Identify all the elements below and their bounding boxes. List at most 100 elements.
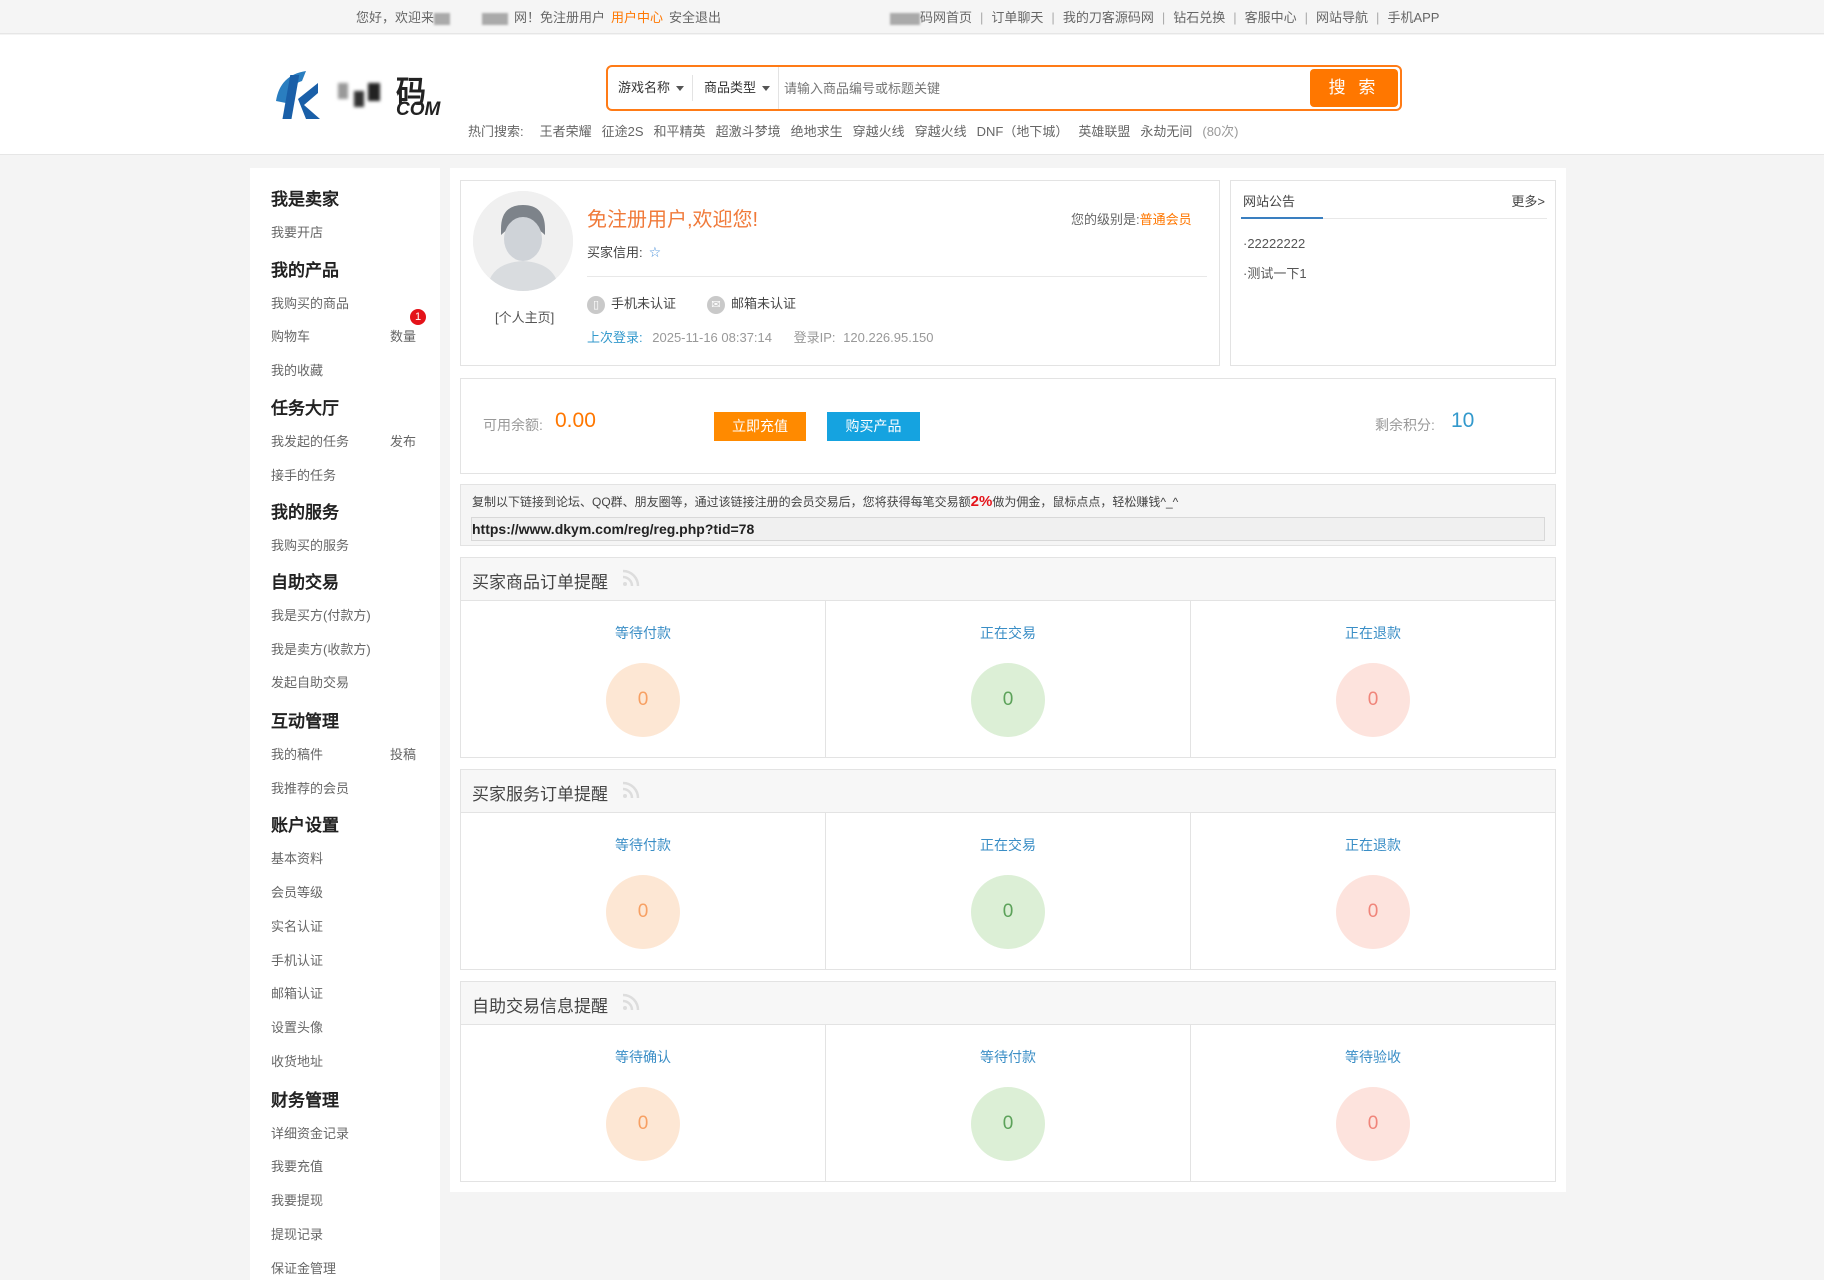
status-count[interactable]: 0: [1336, 875, 1410, 949]
notice-item[interactable]: ·22222222: [1243, 236, 1305, 251]
sidebar-item-avatar[interactable]: 设置头像: [271, 1017, 323, 1036]
status-count[interactable]: 0: [971, 663, 1045, 737]
order-status-col[interactable]: 正在交易 0: [826, 601, 1191, 758]
hot-search-item[interactable]: 穿越火线: [853, 124, 905, 139]
sidebar-item-withdraw[interactable]: 我要提现: [271, 1190, 323, 1209]
hot-search-item[interactable]: 绝地求生: [791, 124, 843, 139]
balance-value: 0.00: [555, 409, 596, 432]
cart-quantity-label[interactable]: 数量: [390, 326, 416, 345]
order-status-col[interactable]: 等待付款 0: [461, 601, 826, 758]
top-nav-my-site[interactable]: 我的刀客源码网: [1063, 10, 1154, 25]
referral-box: 复制以下链接到论坛、QQ群、朋友圈等，通过该链接注册的会员交易后，您将获得每笔交…: [460, 484, 1556, 546]
buy-product-button[interactable]: 购买产品: [827, 412, 920, 441]
hot-search-item[interactable]: 穿越火线: [915, 124, 967, 139]
order-status-col[interactable]: 等待付款 0: [461, 813, 826, 970]
sidebar-item-fund-records[interactable]: 详细资金记录: [271, 1123, 349, 1142]
sidebar-item-profile[interactable]: 基本资料: [271, 848, 323, 867]
sidebar-item-accepted-tasks[interactable]: 接手的任务: [271, 465, 336, 484]
order-status-col[interactable]: 等待验收 0: [1191, 1025, 1555, 1182]
sidebar-item-member-level[interactable]: 会员等级: [271, 882, 323, 901]
last-login-label: 上次登录:: [587, 330, 643, 345]
status-label[interactable]: 正在退款: [1191, 835, 1555, 855]
sidebar-item-start-trade[interactable]: 发起自助交易: [271, 672, 349, 691]
status-label[interactable]: 正在交易: [826, 623, 1190, 643]
balance-card: 可用余额: 0.00 立即充值 购买产品 剩余积分: 10: [460, 378, 1556, 474]
order-status-col[interactable]: 等待确认 0: [461, 1025, 826, 1182]
sidebar-item-purchased-services[interactable]: 我购买的服务: [271, 535, 349, 554]
referral-link-field[interactable]: https://www.dkym.com/reg/reg.php?tid=78: [471, 517, 1545, 541]
publish-task-link[interactable]: 发布: [390, 431, 416, 450]
top-nav-mobile-app[interactable]: 手机APP: [1387, 10, 1439, 25]
referral-link[interactable]: https://www.dkym.com/reg/reg.php?tid=78: [472, 521, 754, 537]
email-verify-status[interactable]: ✉ 邮箱未认证: [707, 293, 796, 314]
order-status-col[interactable]: 正在退款 0: [1191, 813, 1555, 970]
order-status-col[interactable]: 等待付款 0: [826, 1025, 1191, 1182]
avatar[interactable]: [473, 191, 573, 291]
order-status-col[interactable]: 正在退款 0: [1191, 601, 1555, 758]
order-status-col[interactable]: 正在交易 0: [826, 813, 1191, 970]
hot-search-item[interactable]: 英雄联盟: [1078, 124, 1130, 139]
search-input[interactable]: [784, 75, 1304, 101]
sidebar-item-purchased-goods[interactable]: 我购买的商品: [271, 293, 349, 312]
top-nav-sitemap[interactable]: 网站导航: [1316, 10, 1368, 25]
sidebar-item-email-verify[interactable]: 邮箱认证: [271, 983, 323, 1002]
sidebar-item-address[interactable]: 收货地址: [271, 1051, 323, 1070]
status-label[interactable]: 等待付款: [461, 623, 825, 643]
sidebar-item-cart[interactable]: 购物车: [271, 326, 310, 345]
sidebar-item-favorites[interactable]: 我的收藏: [271, 360, 323, 379]
submit-manuscript-link[interactable]: 投稿: [390, 744, 416, 763]
status-label[interactable]: 正在退款: [1191, 623, 1555, 643]
hot-search-item[interactable]: 王者荣耀: [540, 124, 592, 139]
status-count[interactable]: 0: [1336, 663, 1410, 737]
sidebar-item-realname[interactable]: 实名认证: [271, 916, 323, 935]
main-content: [个人主页] 免注册用户,欢迎您! 您的级别是:普通会员 买家信用: ☆ ▯ 手机未…: [450, 168, 1566, 1192]
personal-home-link[interactable]: [个人主页]: [495, 307, 554, 326]
top-nav-service[interactable]: 客服中心: [1245, 10, 1297, 25]
top-nav-home[interactable]: 码网首页: [920, 10, 972, 25]
sidebar-item-my-tasks[interactable]: 我发起的任务: [271, 431, 349, 450]
status-label[interactable]: 等待付款: [826, 1047, 1190, 1067]
top-nav-diamond[interactable]: 钻石兑换: [1173, 10, 1225, 25]
status-label[interactable]: 等待付款: [461, 835, 825, 855]
recharge-button[interactable]: 立即充值: [714, 412, 806, 441]
status-count[interactable]: 0: [606, 663, 680, 737]
hot-search-item[interactable]: 和平精英: [654, 124, 706, 139]
status-count[interactable]: 0: [971, 1087, 1045, 1161]
status-count[interactable]: 0: [606, 1087, 680, 1161]
referral-text: 复制以下链接到论坛、QQ群、朋友圈等，通过该链接注册的会员交易后，您将获得每笔交…: [472, 493, 1179, 510]
top-nav-order-chat[interactable]: 订单聊天: [991, 10, 1043, 25]
sidebar-item-referred-members[interactable]: 我推荐的会员: [271, 778, 349, 797]
notice-more-link[interactable]: 更多>: [1511, 191, 1545, 210]
sidebar-item-manuscripts[interactable]: 我的稿件: [271, 744, 323, 763]
member-level: 您的级别是:普通会员: [1071, 209, 1192, 228]
status-label[interactable]: 等待确认: [461, 1047, 825, 1067]
logout-link[interactable]: 安全退出: [669, 10, 721, 25]
buyer-goods-orders-section: 买家商品订单提醒 等待付款 0 正在交易 0 正在退款 0: [460, 557, 1556, 758]
site-logo[interactable]: 码 COM: [272, 65, 442, 127]
notice-item[interactable]: ·测试一下1: [1243, 263, 1307, 282]
hot-search-item[interactable]: 征途2S: [602, 124, 644, 139]
status-label[interactable]: 等待验收: [1191, 1047, 1555, 1067]
site-suffix-text: 网！免注册用户: [514, 10, 606, 25]
status-count[interactable]: 0: [971, 875, 1045, 949]
sidebar-item-phone-verify[interactable]: 手机认证: [271, 950, 323, 969]
sidebar-item-deposit[interactable]: 保证金管理: [271, 1258, 336, 1277]
status-label[interactable]: 正在交易: [826, 835, 1190, 855]
user-center-link[interactable]: 用户中心: [611, 10, 663, 25]
hot-search-item[interactable]: DNF（地下城）: [977, 124, 1069, 139]
sidebar-item-buyer[interactable]: 我是买方(付款方): [271, 605, 371, 624]
phone-verify-status[interactable]: ▯ 手机未认证: [587, 293, 676, 314]
hot-search-item[interactable]: 永劫无间: [1140, 124, 1192, 139]
search-button[interactable]: 搜 索: [1310, 69, 1398, 107]
level-value[interactable]: 普通会员: [1140, 212, 1192, 227]
sidebar-item-seller[interactable]: 我是卖方(收款方): [271, 639, 371, 658]
rss-icon: [622, 781, 640, 799]
sidebar-item-withdraw-records[interactable]: 提现记录: [271, 1224, 323, 1243]
sidebar-item-recharge[interactable]: 我要充值: [271, 1156, 323, 1175]
sidebar-item-open-shop[interactable]: 我要开店: [271, 222, 323, 241]
type-dropdown[interactable]: 商品类型: [694, 67, 780, 109]
game-dropdown[interactable]: 游戏名称: [608, 67, 694, 109]
status-count[interactable]: 0: [606, 875, 680, 949]
hot-search-item[interactable]: 超激斗梦境: [716, 124, 781, 139]
status-count[interactable]: 0: [1336, 1087, 1410, 1161]
